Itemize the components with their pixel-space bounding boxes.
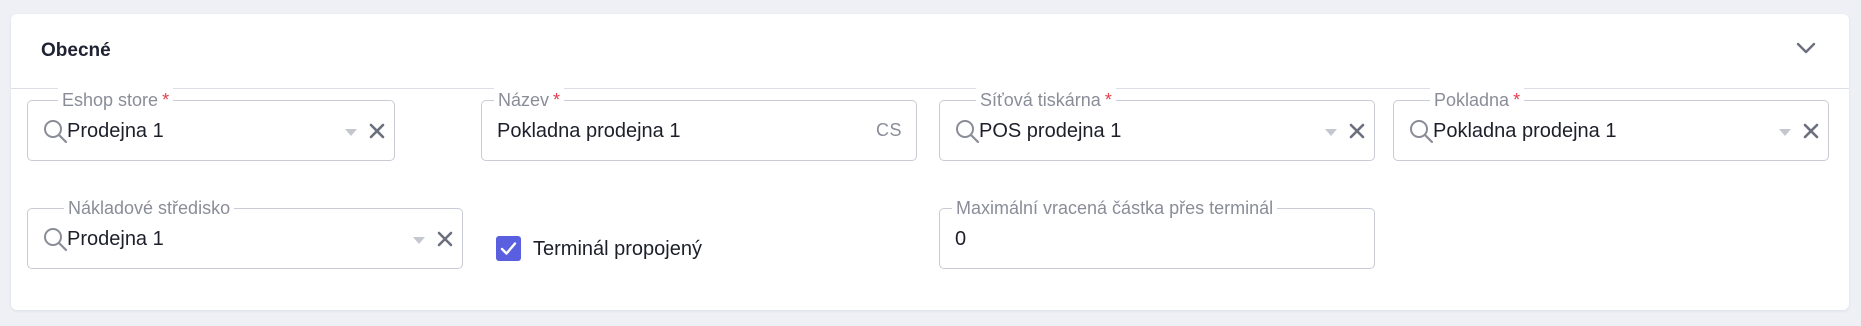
close-icon[interactable] (436, 230, 454, 248)
close-icon[interactable] (1802, 122, 1820, 140)
nakladove-stredisko-select[interactable]: Nákladové středisko Prodejna 1 (27, 196, 463, 269)
nazev-value[interactable]: Pokladna prodejna 1 (497, 119, 680, 143)
eshop-store-label: Eshop store * (58, 88, 174, 112)
checkmark-icon (500, 242, 517, 255)
nakladove-stredisko-value: Prodejna 1 (67, 228, 164, 250)
terminal-propojeny-label[interactable]: Terminál propojený (533, 236, 702, 262)
general-section-card: Obecné Eshop store * Prodejna 1 Název * Po… (11, 14, 1849, 310)
nazev-input[interactable]: Název * Pokladna prodejna 1 CS (481, 88, 917, 161)
close-icon[interactable] (1348, 122, 1366, 140)
nakladove-stredisko-label: Nákladové středisko (64, 196, 235, 220)
max-vracena-castka-input[interactable]: Maximální vracená částka přes terminál 0 (939, 196, 1375, 269)
section-header[interactable]: Obecné (11, 14, 1849, 89)
collapse-button[interactable] (1791, 38, 1821, 64)
nazev-label: Název * (494, 88, 565, 112)
caret-down-icon[interactable] (344, 127, 358, 137)
eshop-store-value: Prodejna 1 (67, 120, 164, 142)
required-marker: * (162, 90, 170, 110)
required-marker: * (553, 90, 561, 110)
pokladna-select[interactable]: Pokladna * Pokladna prodejna 1 (1393, 88, 1829, 161)
search-icon (44, 120, 68, 144)
section-title: Obecné (41, 40, 111, 61)
sitova-tiskarna-label: Síťová tiskárna * (976, 88, 1116, 112)
language-badge[interactable]: CS (876, 120, 902, 141)
max-vracena-castka-label: Maximální vracená částka přes terminál (952, 196, 1278, 220)
caret-down-icon[interactable] (1324, 127, 1338, 137)
checkbox-checked[interactable] (496, 236, 521, 261)
chevron-down-icon (1796, 42, 1816, 54)
search-icon (44, 228, 68, 252)
caret-down-icon[interactable] (1778, 127, 1792, 137)
pokladna-label: Pokladna * (1430, 88, 1525, 112)
required-marker: * (1513, 90, 1521, 110)
pokladna-value: Pokladna prodejna 1 (1433, 120, 1617, 142)
search-icon (1410, 120, 1434, 144)
caret-down-icon[interactable] (412, 235, 426, 245)
search-icon (956, 120, 980, 144)
eshop-store-select[interactable]: Eshop store * Prodejna 1 (27, 88, 395, 161)
close-icon[interactable] (368, 122, 386, 140)
max-vracena-castka-value[interactable]: 0 (955, 227, 966, 251)
required-marker: * (1104, 90, 1112, 110)
sitova-tiskarna-value: POS prodejna 1 (979, 120, 1122, 142)
sitova-tiskarna-select[interactable]: Síťová tiskárna * POS prodejna 1 (939, 88, 1375, 161)
